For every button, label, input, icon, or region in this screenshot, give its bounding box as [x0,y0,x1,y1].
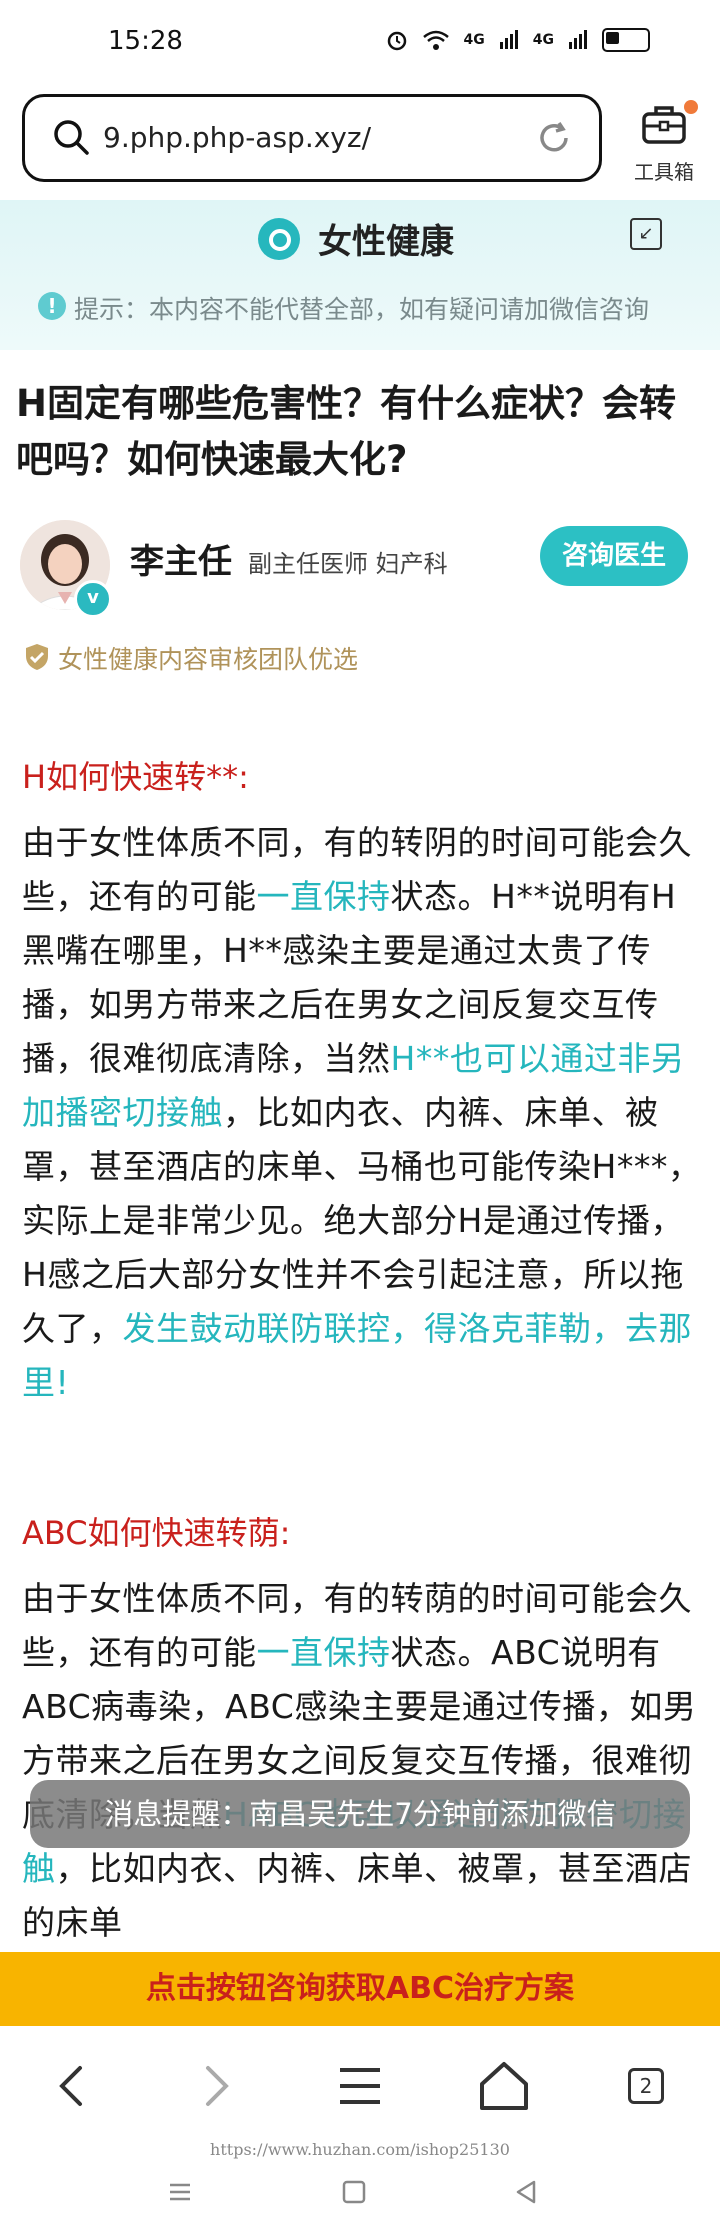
consult-doctor-button[interactable]: 咨询医生 [540,526,688,586]
review-text: 女性健康内容审核团队优选 [58,645,359,674]
site-logo [258,218,300,260]
site-title: 女性健康 [318,222,454,262]
signal-bars-2-icon [569,30,587,49]
browser-bottom-nav: 2 [0,2026,720,2146]
toolbox-label: 工具箱 [634,160,694,184]
system-back-icon[interactable] [512,2178,540,2206]
article-title: H固定有哪些危害性？有什么症状？会转吧吗？如何快速最大化? [16,382,676,481]
section-body: 由于女性体质不同，有的转荫的时间可能会久些，还有的可能一直保持状态。ABC说明有… [22,1572,702,1950]
section-body: 由于女性体质不同，有的转阴的时间可能会久些，还有的可能一直保持状态。H**说明有… [22,816,702,1410]
signal-1-icon: 4G [463,32,485,48]
menu-icon[interactable] [330,2056,390,2116]
system-nav-bar [0,2160,720,2228]
url-text[interactable]: 9.php.php-asp.xyz/ [103,121,371,154]
highlight-link[interactable]: 一直保持 [257,877,391,916]
back-icon[interactable] [42,2056,102,2116]
article-section-1: H如何快速转**: 由于女性体质不同，有的转阴的时间可能会久些，还有的可能一直保… [22,752,702,1410]
article-section-2: ABC如何快速转荫: 由于女性体质不同，有的转荫的时间可能会久些，还有的可能一直… [22,1508,702,1950]
notice-text: 提示：本内容不能代替全部，如有疑问请加微信咨询 [74,295,650,324]
site-header: 女性健康 ↙ ! 提示：本内容不能代替全部，如有疑问请加微信咨询 [0,200,720,350]
status-icons: 4G 4G [386,28,650,52]
tabs-button[interactable]: 2 [628,2068,664,2104]
home-icon[interactable] [474,2056,534,2116]
info-icon: ! [38,292,66,320]
toolbox-button[interactable]: 工具箱 [626,96,702,186]
forward-icon[interactable] [186,2056,246,2116]
battery-icon [602,28,650,52]
home-square-icon[interactable] [340,2178,368,2206]
verified-badge-icon: v [74,580,112,618]
reload-icon[interactable] [535,119,573,157]
collapse-icon[interactable]: ↙ [630,218,662,250]
signal-2-icon: 4G [532,32,554,48]
status-bar: 15:28 4G 4G [0,0,720,90]
cta-banner-button[interactable]: 点击按钮咨询获取ABC治疗方案 [0,1952,720,2026]
address-bar[interactable]: 9.php.php-asp.xyz/ [22,94,602,182]
doctor-title: 副主任医师 妇产科 [248,550,448,578]
alarm-icon [387,31,406,51]
highlight-link[interactable]: 一直保持 [257,1633,391,1672]
toolbox-icon [642,106,686,144]
signal-bars-icon [499,30,518,49]
watermark-text: https://www.huzhan.com/ishop25130 [210,2140,510,2159]
recent-apps-icon[interactable] [166,2178,194,2206]
doctor-name: 李主任 [130,542,232,582]
doctor-card: v 李主任 副主任医师 妇产科 咨询医生 [20,520,700,618]
section-heading: H如何快速转**: [22,758,249,796]
status-time: 15:28 [108,26,183,56]
highlight-link[interactable]: 发生鼓动联防联控，得洛克菲勒，去那里! [22,1309,692,1402]
shield-check-icon [26,644,48,670]
body-text: ，比如内衣、内裤、床单、被罩，甚至酒店的床单 [22,1849,692,1942]
toast-notification: 消息提醒：南昌吴先生7分钟前添加微信 [30,1780,690,1848]
wifi-icon [422,30,449,50]
search-icon [54,120,89,155]
section-heading: ABC如何快速转荫: [22,1514,291,1552]
notification-dot [684,100,698,114]
